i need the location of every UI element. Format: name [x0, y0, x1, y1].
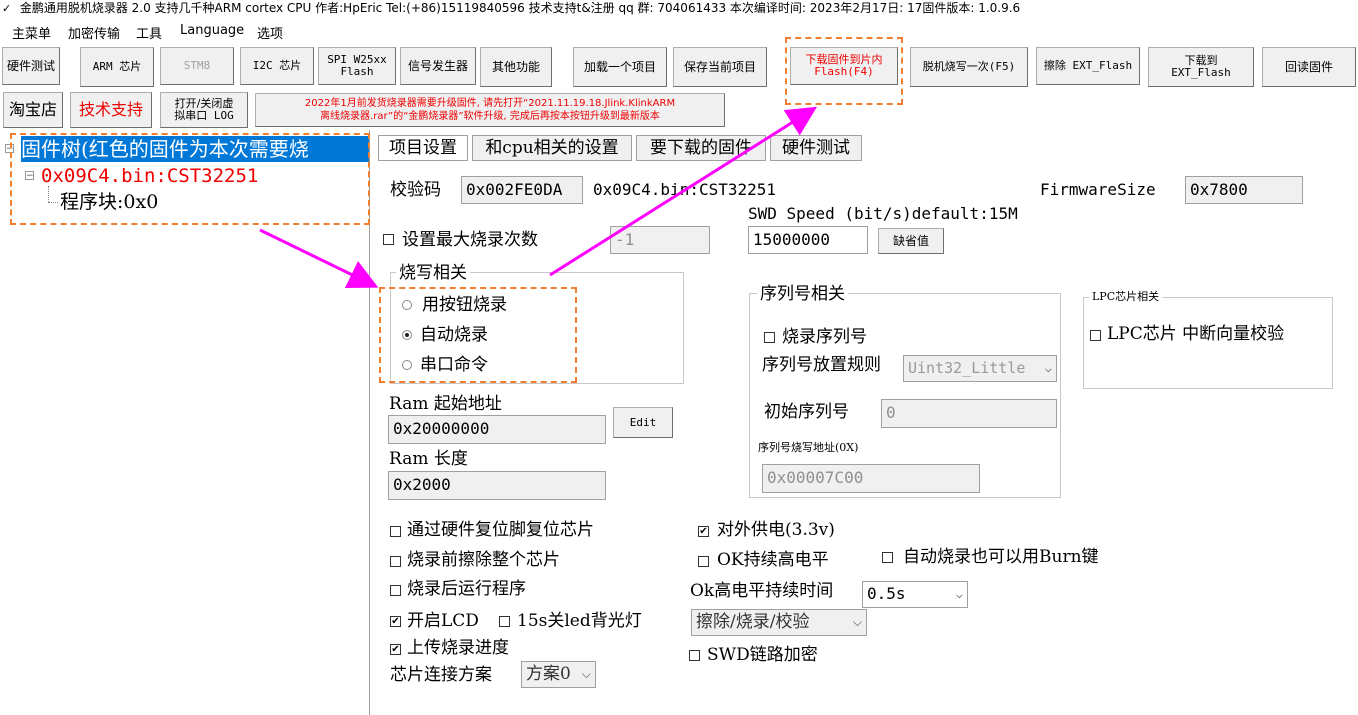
- arrow-burn-to-download: [549, 106, 818, 277]
- annotation-arrows: [259, 106, 818, 288]
- arrow-tree-to-burn: [259, 228, 379, 288]
